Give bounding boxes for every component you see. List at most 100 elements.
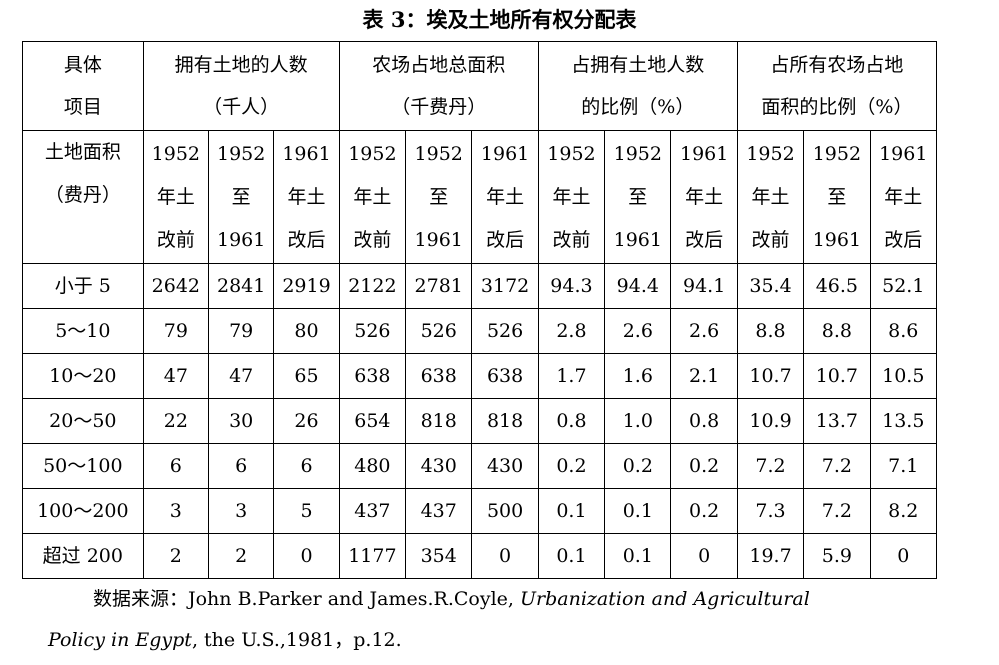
table-cell: 26 <box>273 398 340 444</box>
row-label-cell: 小于 5 <box>22 263 144 309</box>
row-label-cell: 100～200 <box>22 488 144 534</box>
table-cell: 46.5 <box>803 263 871 309</box>
table-cell: 526 <box>471 308 539 354</box>
table-cell: 7.2 <box>803 443 871 489</box>
header-period-line2: 年土 <box>287 185 326 208</box>
table-cell: 2 <box>207 533 275 579</box>
row-label-cell: 5～10 <box>22 308 144 354</box>
table-caption: 表 3：埃及土地所有权分配表 <box>362 7 637 32</box>
header-period-line3: 改前 <box>156 228 195 251</box>
header-period-cell: 1952 至 1961 <box>604 130 672 264</box>
table-cell: 2.6 <box>604 308 672 354</box>
header-period-cell: 1961 年土 改后 <box>869 130 938 264</box>
table-cell: 0 <box>670 533 738 579</box>
table-cell: 480 <box>338 443 407 489</box>
table-cell: 79 <box>142 308 210 354</box>
table-cell: 7.1 <box>869 443 938 489</box>
table-cell: 22 <box>142 398 210 444</box>
header-period-cell: 1952 年土 改前 <box>736 130 805 264</box>
header-row: 具体 项目 拥有土地的人数 （千人） 农场占地总面积 （千费丹） 占拥有土地人数… <box>22 41 938 131</box>
table-cell: 94.4 <box>604 263 672 309</box>
header-period-cell: 1952 年土 改前 <box>338 130 407 264</box>
header-period-line3: 改前 <box>353 228 392 251</box>
table-cell: 2781 <box>405 263 473 309</box>
header-period-line1: 1952 <box>414 142 463 165</box>
table-cell: 8.2 <box>869 488 938 534</box>
table-cell: 0.1 <box>537 488 606 534</box>
table-cell: 35.4 <box>736 263 805 309</box>
header-period-line1: 1952 <box>812 142 862 165</box>
table-cell: 2 <box>142 533 210 579</box>
table-cell: 2.8 <box>537 308 606 354</box>
header-period-line1: 1961 <box>282 142 331 165</box>
table-cell: 7.2 <box>803 488 871 534</box>
header-period-line2: 至 <box>628 185 648 208</box>
table-cell: 5.9 <box>803 533 871 579</box>
table-cell: 94.3 <box>537 263 606 309</box>
table-cell: 0.2 <box>537 443 606 489</box>
table-cell: 2122 <box>338 263 407 309</box>
header-period-line3: 改前 <box>552 228 591 251</box>
table-cell: 8.8 <box>803 308 871 354</box>
table-cell: 3 <box>142 488 210 534</box>
table-cell: 13.7 <box>803 398 871 444</box>
table-cell: 0 <box>273 533 340 579</box>
header-group-line1: 占所有农场占地 <box>770 54 904 76</box>
table-cell: 10.7 <box>803 353 871 399</box>
table-cell: 0.1 <box>604 533 672 579</box>
table-cell: 47 <box>207 353 275 399</box>
table-cell: 3 <box>207 488 275 534</box>
row-label-cell: 10～20 <box>22 353 144 399</box>
table-cell: 10.7 <box>736 353 805 399</box>
table-cell: 52.1 <box>869 263 938 309</box>
table-cell: 1.7 <box>537 353 606 399</box>
header-period-line3: 改后 <box>685 228 724 251</box>
table-cell: 19.7 <box>736 533 805 579</box>
table-cell: 638 <box>405 353 473 399</box>
table-cell: 0.8 <box>670 398 738 444</box>
table-cell: 80 <box>273 308 340 354</box>
table-cell: 1.6 <box>604 353 672 399</box>
table-cell: 65 <box>273 353 340 399</box>
header-period-line2: 年土 <box>353 185 392 208</box>
header-area-line2: （费丹） <box>44 184 121 206</box>
table-cell: 2.1 <box>670 353 738 399</box>
header-period-line3: 改前 <box>751 228 790 251</box>
table-row: 50～100 6 6 6 480 430 430 0.2 0.2 0.2 7.2 7.2 7.1 <box>22 443 938 489</box>
header-item-cell: 具体 项目 <box>22 41 144 131</box>
table-cell: 1177 <box>338 533 407 579</box>
table-cell: 0 <box>869 533 938 579</box>
table-cell: 0.1 <box>537 533 606 579</box>
header-period-cell: 1961 年土 改后 <box>471 130 539 264</box>
header-period-line3: 改后 <box>287 228 326 251</box>
table-cell: 1.0 <box>604 398 672 444</box>
table-cell: 430 <box>405 443 473 489</box>
table-cell: 5 <box>273 488 340 534</box>
row-label-cell: 超过 200 <box>22 533 144 579</box>
header-period-cell: 1952 至 1961 <box>405 130 473 264</box>
header-period-cell: 1952 至 1961 <box>803 130 871 264</box>
table-cell: 47 <box>142 353 210 399</box>
header-period-line2: 年土 <box>884 185 923 208</box>
period-header-row: 土地面积 （费丹） 1952 年土 改前 1952 至 1961 1961 年土 改后 1952 年土改… <box>22 130 938 264</box>
table-cell: 654 <box>338 398 407 444</box>
header-period-line3: 改后 <box>884 228 923 251</box>
table-cell: 818 <box>471 398 539 444</box>
source-prefix: 数据来源：John B.Parker and James.R.Coyle, <box>93 588 521 610</box>
header-period-cell: 1961 年土 改后 <box>670 130 738 264</box>
header-period-line1: 1952 <box>746 142 795 165</box>
header-group-line1: 占拥有土地人数 <box>571 54 705 76</box>
header-group-line2: 的比例（%） <box>581 96 695 118</box>
table-cell: 0.2 <box>670 488 738 534</box>
table-cell: 638 <box>471 353 539 399</box>
table-cell: 0 <box>471 533 539 579</box>
table-cell: 6 <box>207 443 275 489</box>
table-cell: 0.8 <box>537 398 606 444</box>
header-period-cell: 1952 至 1961 <box>207 130 275 264</box>
table-cell: 2919 <box>273 263 340 309</box>
header-group-line1: 拥有土地的人数 <box>174 54 308 76</box>
header-period-cell: 1952 年土 改前 <box>537 130 606 264</box>
table-cell: 526 <box>338 308 407 354</box>
header-group-owners: 拥有土地的人数 （千人） <box>142 41 340 131</box>
land-ownership-table: 具体 项目 拥有土地的人数 （千人） 农场占地总面积 （千费丹） 占拥有土地人数… <box>22 41 938 579</box>
